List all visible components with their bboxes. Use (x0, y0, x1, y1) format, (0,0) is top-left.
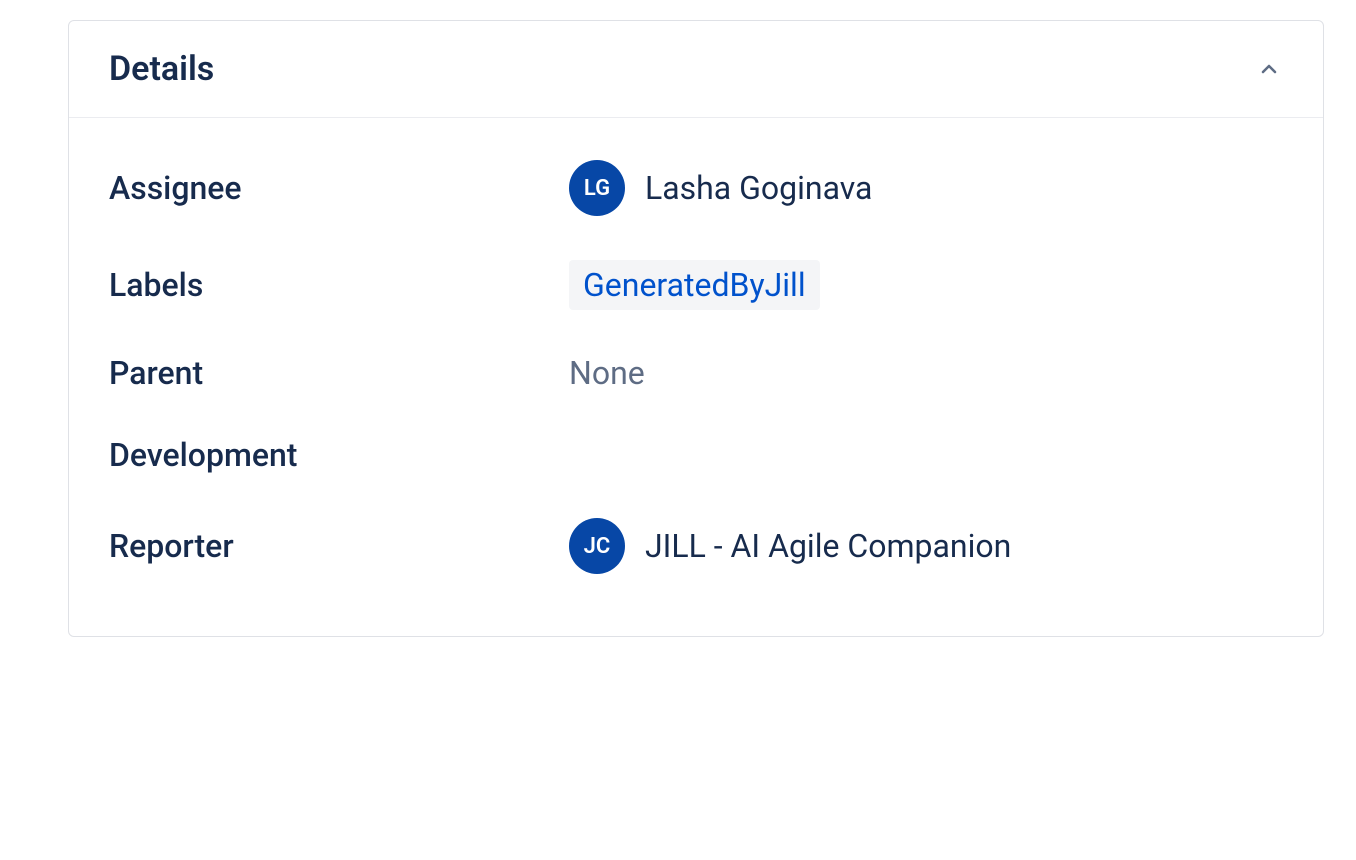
reporter-name: JILL - AI Agile Companion (645, 527, 1011, 565)
assignee-label: Assignee (109, 169, 569, 207)
chevron-up-icon (1255, 55, 1283, 83)
reporter-value: JC JILL - AI Agile Companion (569, 518, 1011, 574)
assignee-field-row[interactable]: Assignee LG Lasha Goginava (109, 138, 1283, 238)
assignee-avatar: LG (569, 160, 625, 216)
reporter-label: Reporter (109, 527, 569, 565)
labels-label: Labels (109, 266, 569, 304)
reporter-avatar: JC (569, 518, 625, 574)
panel-title: Details (109, 49, 214, 89)
parent-value: None (569, 354, 645, 392)
development-label: Development (109, 436, 569, 474)
parent-none-value: None (569, 354, 645, 392)
assignee-value: LG Lasha Goginava (569, 160, 872, 216)
development-field-row[interactable]: Development (109, 414, 1283, 496)
details-panel: Details Assignee LG Lasha Goginava Label… (68, 20, 1324, 637)
reporter-field-row[interactable]: Reporter JC JILL - AI Agile Companion (109, 496, 1283, 596)
labels-field-row[interactable]: Labels GeneratedByJill (109, 238, 1283, 332)
label-tag[interactable]: GeneratedByJill (569, 260, 820, 310)
labels-value: GeneratedByJill (569, 260, 820, 310)
parent-field-row[interactable]: Parent None (109, 332, 1283, 414)
assignee-name: Lasha Goginava (645, 169, 872, 207)
details-panel-body: Assignee LG Lasha Goginava Labels Genera… (69, 118, 1323, 636)
parent-label: Parent (109, 354, 569, 392)
details-panel-header[interactable]: Details (69, 21, 1323, 118)
